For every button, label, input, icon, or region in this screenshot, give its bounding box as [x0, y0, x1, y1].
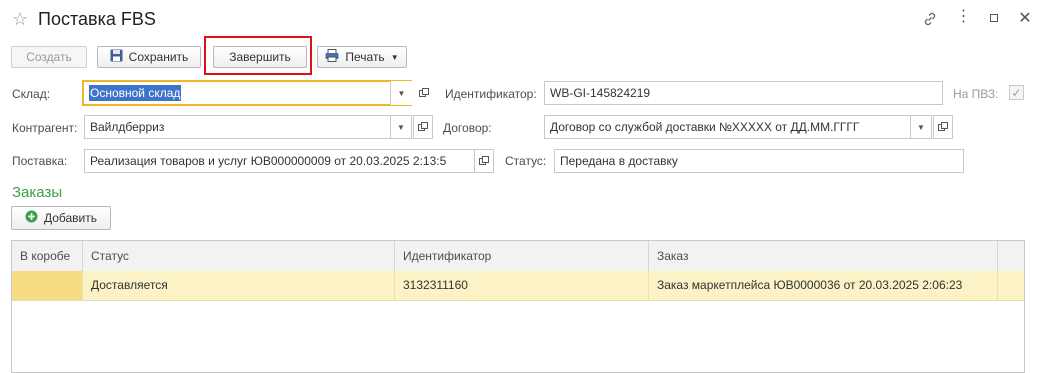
status-label: Статус: — [505, 154, 547, 168]
orders-table[interactable]: В коробе Статус Идентификатор Заказ Дост… — [11, 240, 1025, 373]
chevron-down-icon: ▼ — [397, 88, 406, 98]
more-menu-icon[interactable]: ⋮ — [953, 9, 973, 29]
warehouse-field[interactable]: Основной склад — [82, 80, 412, 106]
column-header-status[interactable]: Статус — [83, 241, 395, 271]
open-icon — [479, 156, 489, 165]
orders-section-title: Заказы — [12, 184, 63, 201]
column-header-order[interactable]: Заказ — [649, 241, 998, 271]
pvz-checkbox[interactable]: ✓ — [1009, 85, 1024, 100]
warehouse-label: Склад: — [12, 87, 51, 101]
cell-identifier[interactable]: 3132311160 — [395, 271, 649, 300]
close-icon[interactable]: ✕ — [1015, 9, 1035, 29]
identifier-label: Идентификатор: — [445, 87, 537, 101]
counterparty-open-button[interactable] — [413, 115, 433, 139]
open-icon — [938, 122, 948, 131]
contract-field[interactable]: Договор со службой доставки №XXXXX от ДД… — [544, 115, 911, 139]
table-row[interactable]: Доставляется 3132311160 Заказ маркетплей… — [12, 271, 1024, 301]
floppy-disk-icon — [110, 49, 123, 65]
chevron-down-icon: ▼ — [917, 122, 925, 132]
counterparty-dropdown-button[interactable]: ▼ — [390, 115, 412, 139]
cell-in-box[interactable] — [12, 271, 83, 300]
cell-status[interactable]: Доставляется — [83, 271, 395, 300]
chevron-down-icon: ▼ — [397, 122, 405, 132]
supply-open-button[interactable] — [474, 149, 494, 173]
add-circle-icon — [25, 210, 38, 226]
contract-label: Договор: — [443, 121, 492, 135]
cell-order[interactable]: Заказ маркетплейса ЮВ0000036 от 20.03.20… — [649, 271, 998, 300]
supply-field[interactable]: Реализация товаров и услуг ЮВ000000009 о… — [84, 149, 475, 173]
column-header-in-box[interactable]: В коробе — [12, 241, 83, 271]
pvz-label: На ПВЗ: — [953, 87, 999, 101]
open-icon — [419, 88, 429, 97]
printer-icon — [325, 49, 339, 65]
column-header-identifier[interactable]: Идентификатор — [395, 241, 649, 271]
finish-button[interactable]: Завершить — [213, 46, 307, 68]
add-order-button[interactable]: Добавить — [11, 206, 111, 230]
print-button[interactable]: Печать ▼ — [317, 46, 407, 68]
status-field[interactable]: Передана в доставку — [554, 149, 964, 173]
warehouse-dropdown-button[interactable]: ▼ — [390, 81, 412, 105]
save-button[interactable]: Сохранить — [97, 46, 201, 68]
supply-label: Поставка: — [12, 154, 68, 168]
chevron-down-icon: ▼ — [390, 52, 399, 62]
maximize-icon[interactable] — [984, 9, 1004, 29]
counterparty-label: Контрагент: — [12, 121, 78, 135]
identifier-field[interactable]: WB-GI-145824219 — [544, 81, 943, 105]
checkmark-icon: ✓ — [1011, 85, 1022, 100]
counterparty-field[interactable]: Вайлдберриз — [84, 115, 391, 139]
contract-dropdown-button[interactable]: ▼ — [910, 115, 932, 139]
warehouse-value: Основной склад — [89, 85, 182, 101]
table-header: В коробе Статус Идентификатор Заказ — [12, 241, 1024, 272]
favorite-star-icon[interactable]: ☆ — [12, 9, 28, 30]
create-button[interactable]: Создать — [11, 46, 87, 68]
window-title: Поставка FBS — [38, 9, 156, 29]
warehouse-open-button[interactable] — [414, 81, 434, 105]
link-icon[interactable] — [920, 9, 940, 29]
open-icon — [418, 122, 428, 131]
contract-open-button[interactable] — [933, 115, 953, 139]
